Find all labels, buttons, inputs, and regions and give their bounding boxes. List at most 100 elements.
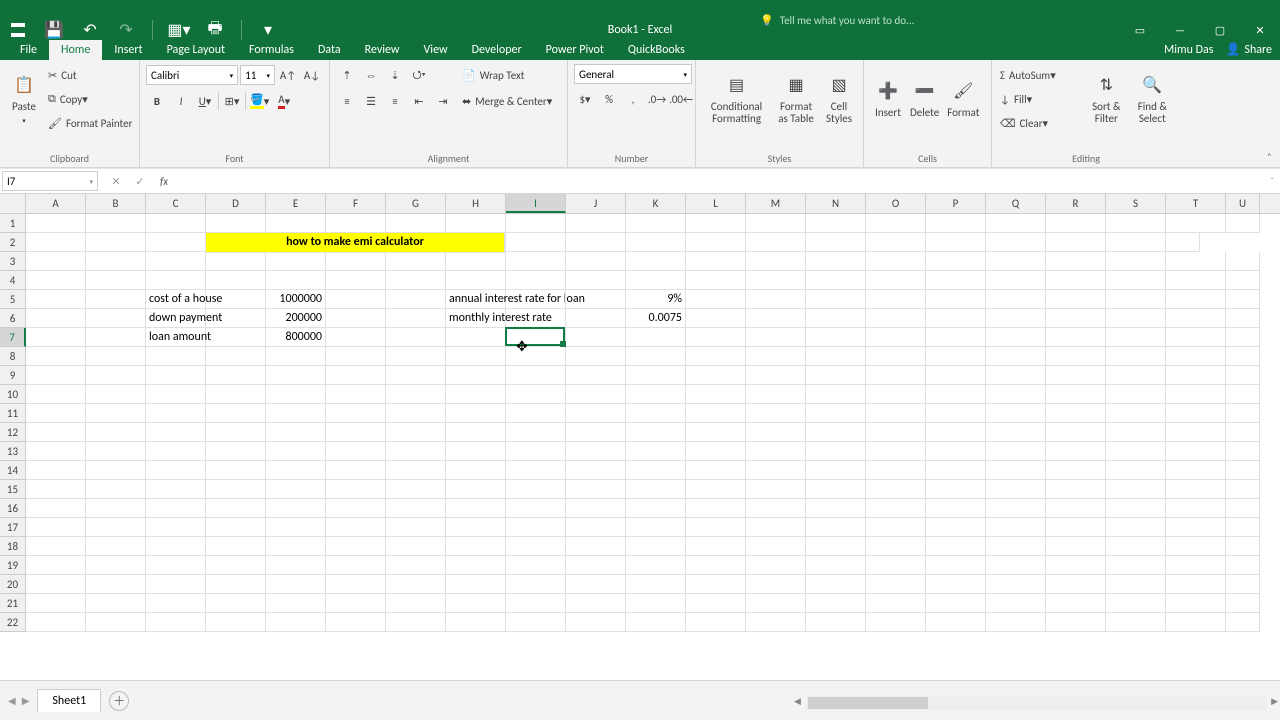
cell-D19[interactable]	[206, 556, 266, 575]
cell-B5[interactable]	[86, 290, 146, 309]
cell-I16[interactable]	[506, 499, 566, 518]
cell-T18[interactable]	[1166, 537, 1226, 556]
align-left-button[interactable]: ≡	[336, 90, 358, 112]
cell-K14[interactable]	[626, 461, 686, 480]
cell-J21[interactable]	[566, 594, 626, 613]
cell-C18[interactable]	[146, 537, 206, 556]
cell-H4[interactable]	[446, 271, 506, 290]
cell-I12[interactable]	[506, 423, 566, 442]
new-sheet-button[interactable]: ＋	[109, 691, 129, 711]
cell-K17[interactable]	[626, 518, 686, 537]
cell-G15[interactable]	[386, 480, 446, 499]
orientation-button[interactable]: ⭯▾	[408, 64, 430, 86]
cell-D17[interactable]	[206, 518, 266, 537]
cell-O2[interactable]	[806, 233, 866, 252]
cell-R1[interactable]	[1046, 214, 1106, 233]
row-header-7[interactable]: 7	[0, 328, 26, 347]
cell-H3[interactable]	[446, 252, 506, 271]
cell-K20[interactable]	[626, 575, 686, 594]
cell-P8[interactable]	[926, 347, 986, 366]
increase-font-button[interactable]: A↑	[277, 64, 299, 86]
cell-O11[interactable]	[866, 404, 926, 423]
cell-N4[interactable]	[806, 271, 866, 290]
cell-S3[interactable]	[1106, 252, 1166, 271]
cell-C17[interactable]	[146, 518, 206, 537]
row-header-20[interactable]: 20	[0, 575, 26, 594]
row-header-22[interactable]: 22	[0, 613, 26, 632]
cell-S15[interactable]	[1106, 480, 1166, 499]
cell-D3[interactable]	[206, 252, 266, 271]
cell-N16[interactable]	[806, 499, 866, 518]
cell-Q5[interactable]	[986, 290, 1046, 309]
cell-G22[interactable]	[386, 613, 446, 632]
cell-F17[interactable]	[326, 518, 386, 537]
cell-F19[interactable]	[326, 556, 386, 575]
cell-D4[interactable]	[206, 271, 266, 290]
cell-H9[interactable]	[446, 366, 506, 385]
cell-I5[interactable]	[506, 290, 566, 309]
cell-G6[interactable]	[386, 309, 446, 328]
cell-T10[interactable]	[1166, 385, 1226, 404]
cell-Q18[interactable]	[986, 537, 1046, 556]
cell-T13[interactable]	[1166, 442, 1226, 461]
name-box[interactable]: I7▾	[2, 171, 98, 191]
cell-J17[interactable]	[566, 518, 626, 537]
cell-F12[interactable]	[326, 423, 386, 442]
increase-indent-button[interactable]: ⇥	[432, 90, 454, 112]
cell-E3[interactable]	[266, 252, 326, 271]
percent-format-button[interactable]: %	[598, 88, 620, 110]
cell-L12[interactable]	[686, 423, 746, 442]
tab-power-pivot[interactable]: Power Pivot	[534, 40, 616, 60]
row-header-9[interactable]: 9	[0, 366, 26, 385]
cell-C8[interactable]	[146, 347, 206, 366]
cell-G9[interactable]	[386, 366, 446, 385]
cell-U20[interactable]	[1226, 575, 1260, 594]
cell-P5[interactable]	[926, 290, 986, 309]
cell-L20[interactable]	[686, 575, 746, 594]
cell-H16[interactable]	[446, 499, 506, 518]
cell-R13[interactable]	[1046, 442, 1106, 461]
cell-K21[interactable]	[626, 594, 686, 613]
cell-U3[interactable]	[1226, 252, 1260, 271]
cell-H20[interactable]	[446, 575, 506, 594]
cell-J6[interactable]	[566, 309, 626, 328]
cell-T15[interactable]	[1166, 480, 1226, 499]
cell-C19[interactable]	[146, 556, 206, 575]
cell-L4[interactable]	[686, 271, 746, 290]
cell-K2[interactable]	[566, 233, 626, 252]
cell-H6[interactable]: monthly interest rate	[446, 309, 506, 328]
cell-B12[interactable]	[86, 423, 146, 442]
insert-cells-button[interactable]: ➕Insert	[870, 64, 906, 132]
cell-G16[interactable]	[386, 499, 446, 518]
row-header-16[interactable]: 16	[0, 499, 26, 518]
cell-F13[interactable]	[326, 442, 386, 461]
cell-K22[interactable]	[626, 613, 686, 632]
font-color-button[interactable]: A▾	[273, 90, 295, 112]
align-bottom-button[interactable]: ⇣	[384, 64, 406, 86]
enter-formula-icon[interactable]: ✓	[128, 171, 152, 191]
cell-I20[interactable]	[506, 575, 566, 594]
row-header-13[interactable]: 13	[0, 442, 26, 461]
cell-L1[interactable]	[686, 214, 746, 233]
cell-G11[interactable]	[386, 404, 446, 423]
row-header-6[interactable]: 6	[0, 309, 26, 328]
cell-F1[interactable]	[326, 214, 386, 233]
align-right-button[interactable]: ≡	[384, 90, 406, 112]
row-header-4[interactable]: 4	[0, 271, 26, 290]
cell-C9[interactable]	[146, 366, 206, 385]
cell-R15[interactable]	[1046, 480, 1106, 499]
cell-N20[interactable]	[806, 575, 866, 594]
cell-C11[interactable]	[146, 404, 206, 423]
cell-H5[interactable]: annual interest rate for loan	[446, 290, 506, 309]
cell-B19[interactable]	[86, 556, 146, 575]
col-header-Q[interactable]: Q	[986, 194, 1046, 213]
cell-B17[interactable]	[86, 518, 146, 537]
cell-G1[interactable]	[386, 214, 446, 233]
tab-view[interactable]: View	[412, 40, 460, 60]
cell-O15[interactable]	[866, 480, 926, 499]
cell-U17[interactable]	[1226, 518, 1260, 537]
cell-O9[interactable]	[866, 366, 926, 385]
cell-J15[interactable]	[566, 480, 626, 499]
cell-F9[interactable]	[326, 366, 386, 385]
col-header-G[interactable]: G	[386, 194, 446, 213]
